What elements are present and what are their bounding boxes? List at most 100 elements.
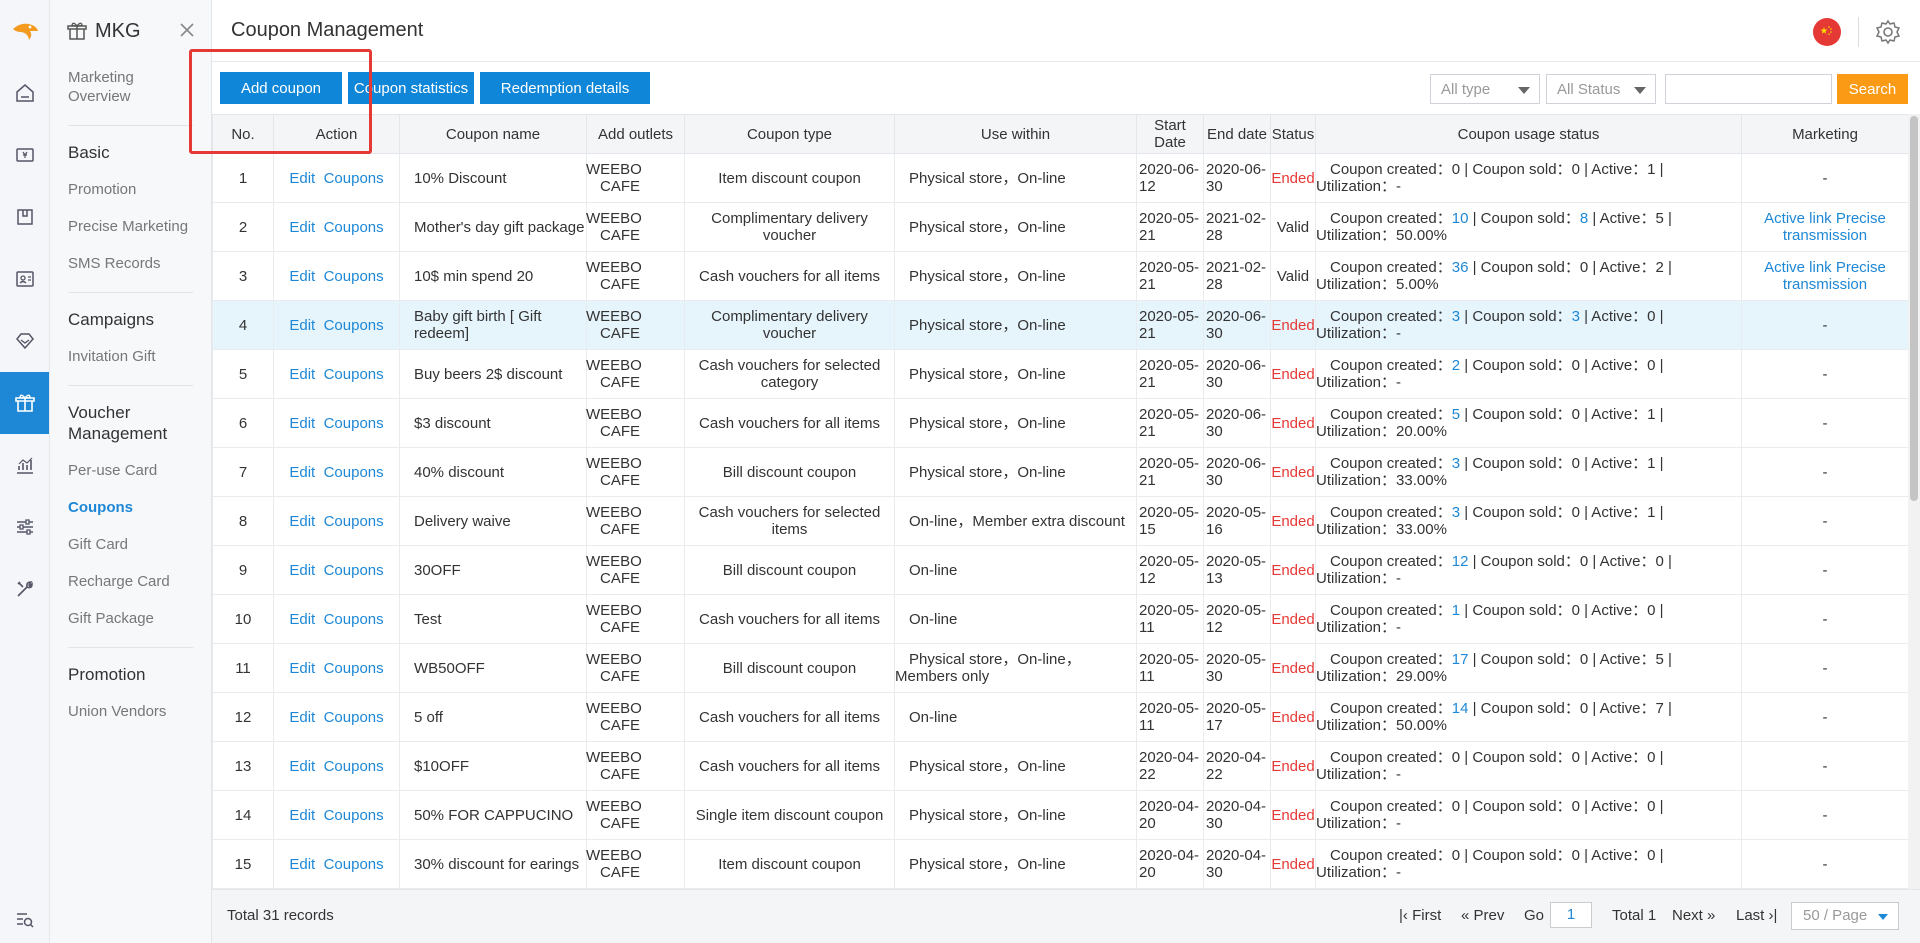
coupons-link[interactable]: Coupons — [324, 709, 384, 726]
edit-link[interactable]: Edit — [289, 219, 315, 236]
coupons-link[interactable]: Coupons — [324, 807, 384, 824]
rail-tools[interactable] — [0, 558, 49, 620]
edit-link[interactable]: Edit — [289, 611, 315, 628]
status-select[interactable]: All Status — [1546, 74, 1656, 104]
marketing-cell[interactable]: Active link Precise transmission — [1741, 251, 1908, 301]
coupons-created-count[interactable]: 17 — [1452, 651, 1469, 668]
table-row[interactable]: 7 Edit Coupons 40% discount WEEBO CAFE Bill … — [212, 447, 1908, 497]
coupons-created-count[interactable]: 3 — [1452, 504, 1460, 521]
rail-settings[interactable] — [0, 496, 49, 558]
table-row[interactable]: 13 Edit Coupons $10OFF WEEBO CAFE Cash vouch… — [212, 741, 1908, 791]
rail-marketing[interactable] — [0, 372, 49, 434]
rail-home[interactable] — [0, 62, 49, 124]
submenu-item-gift-package[interactable]: Gift Package — [68, 600, 193, 637]
coupons-link[interactable]: Coupons — [324, 464, 384, 481]
edit-link[interactable]: Edit — [289, 856, 315, 873]
table-row[interactable]: 15 Edit Coupons 30% discount for earings WE… — [212, 839, 1908, 889]
table-row[interactable]: 10 Edit Coupons Test WEEBO CAFE Cash voucher… — [212, 594, 1908, 644]
edit-link[interactable]: Edit — [289, 709, 315, 726]
page-number-input[interactable]: 1 — [1550, 902, 1592, 928]
edit-link[interactable]: Edit — [289, 268, 315, 285]
coupons-created-count[interactable]: 2 — [1452, 357, 1460, 374]
edit-link[interactable]: Edit — [289, 464, 315, 481]
coupons-created-count[interactable]: 10 — [1452, 210, 1469, 227]
coupons-link[interactable]: Coupons — [324, 268, 384, 285]
table-row[interactable]: 12 Edit Coupons 5 off WEEBO CAFE Cash vouche… — [212, 692, 1908, 742]
table-row[interactable]: 6 Edit Coupons $3 discount WEEBO CAFE Cash v… — [212, 398, 1908, 448]
submenu-item-gift-card[interactable]: Gift Card — [68, 526, 193, 563]
coupons-created-count[interactable]: 12 — [1452, 553, 1469, 570]
marketing-cell[interactable]: Active link Precise transmission — [1741, 202, 1908, 252]
coupons-sold-count[interactable]: 3 — [1572, 308, 1580, 325]
coupons-created-count[interactable]: 3 — [1452, 308, 1460, 325]
coupons-link[interactable]: Coupons — [324, 513, 384, 530]
app-logo[interactable] — [0, 0, 49, 62]
submenu-item-per-use-card[interactable]: Per-use Card — [68, 452, 193, 489]
submenu-item-recharge-card[interactable]: Recharge Card — [68, 563, 193, 600]
rail-help[interactable] — [0, 911, 50, 929]
search-input[interactable] — [1665, 74, 1832, 104]
edit-link[interactable]: Edit — [289, 513, 315, 530]
rail-cashier[interactable] — [0, 124, 49, 186]
last-page-link[interactable]: Last ›| — [1736, 907, 1777, 924]
add-coupon-button[interactable]: Add coupon — [220, 72, 342, 104]
coupons-link[interactable]: Coupons — [324, 170, 384, 187]
coupons-link[interactable]: Coupons — [324, 219, 384, 236]
edit-link[interactable]: Edit — [289, 170, 315, 187]
edit-link[interactable]: Edit — [289, 317, 315, 334]
rail-products[interactable] — [0, 186, 49, 248]
edit-link[interactable]: Edit — [289, 562, 315, 579]
search-button[interactable]: Search — [1837, 74, 1908, 104]
coupons-created-count[interactable]: 36 — [1452, 259, 1469, 276]
type-select[interactable]: All type — [1430, 74, 1540, 104]
submenu-item-marketing-overview[interactable]: Marketing Overview — [68, 62, 193, 115]
coupons-link[interactable]: Coupons — [324, 562, 384, 579]
coupons-link[interactable]: Coupons — [324, 366, 384, 383]
table-row[interactable]: 8 Edit Coupons Delivery waive WEEBO CAFE Cas… — [212, 496, 1908, 546]
table-row[interactable]: 2 Edit Coupons Mother's day gift package WE… — [212, 202, 1908, 252]
coupons-created-count[interactable]: 3 — [1452, 455, 1460, 472]
page-size-select[interactable]: 50 / Page — [1791, 902, 1899, 930]
table-row[interactable]: 14 Edit Coupons 50% FOR CAPPUCINO WEEBO CAF… — [212, 790, 1908, 840]
coupons-link[interactable]: Coupons — [324, 856, 384, 873]
edit-link[interactable]: Edit — [289, 415, 315, 432]
coupons-link[interactable]: Coupons — [324, 317, 384, 334]
submenu-item-union-vendors[interactable]: Union Vendors — [68, 693, 193, 730]
status-badge: Ended — [1270, 545, 1316, 595]
table-row[interactable]: 9 Edit Coupons 30OFF WEEBO CAFE Bill discoun… — [212, 545, 1908, 595]
submenu-item-sms-records[interactable]: SMS Records — [68, 245, 193, 282]
table-row[interactable]: 1 Edit Coupons 10% Discount WEEBO CAFE Item … — [212, 153, 1908, 203]
table-row[interactable]: 5 Edit Coupons Buy beers 2$ discount WEEBO … — [212, 349, 1908, 399]
coupons-sold-count[interactable]: 8 — [1580, 210, 1588, 227]
edit-link[interactable]: Edit — [289, 660, 315, 677]
first-page-link[interactable]: |‹ First — [1399, 907, 1441, 924]
table-row[interactable]: 4 Edit Coupons Baby gift birth [ Gift rede… — [212, 300, 1908, 350]
submenu-item-precise-marketing[interactable]: Precise Marketing — [68, 208, 193, 245]
coupons-link[interactable]: Coupons — [324, 415, 384, 432]
redemption-details-button[interactable]: Redemption details — [480, 72, 650, 104]
prev-page-link[interactable]: « Prev — [1461, 907, 1504, 924]
submenu-item-invitation-gift[interactable]: Invitation Gift — [68, 338, 193, 375]
coupons-created-count[interactable]: 5 — [1452, 406, 1460, 423]
coupons-link[interactable]: Coupons — [324, 660, 384, 677]
next-page-link[interactable]: Next » — [1672, 907, 1715, 924]
coupons-created-count[interactable]: 14 — [1452, 700, 1469, 717]
coupons-link[interactable]: Coupons — [324, 611, 384, 628]
table-row[interactable]: 11 Edit Coupons WB50OFF WEEBO CAFE Bill disc… — [212, 643, 1908, 693]
rail-members[interactable] — [0, 248, 49, 310]
submenu-item-coupons[interactable]: Coupons — [68, 489, 193, 526]
gear-icon[interactable] — [1874, 18, 1902, 46]
rail-reports[interactable] — [0, 434, 49, 496]
coupons-link[interactable]: Coupons — [324, 758, 384, 775]
coupons-created-count[interactable]: 1 — [1452, 602, 1460, 619]
edit-link[interactable]: Edit — [289, 366, 315, 383]
close-icon[interactable] — [179, 22, 195, 38]
language-flag[interactable] — [1813, 18, 1841, 46]
submenu-item-promotion[interactable]: Promotion — [68, 171, 193, 208]
coupon-statistics-button[interactable]: Coupon statistics — [348, 72, 474, 104]
rail-loyalty[interactable] — [0, 310, 49, 372]
edit-link[interactable]: Edit — [289, 807, 315, 824]
edit-link[interactable]: Edit — [289, 758, 315, 775]
table-row[interactable]: 3 Edit Coupons 10$ min spend 20 WEEBO CAFE C… — [212, 251, 1908, 301]
table-scrollbar-thumb[interactable] — [1910, 116, 1918, 501]
